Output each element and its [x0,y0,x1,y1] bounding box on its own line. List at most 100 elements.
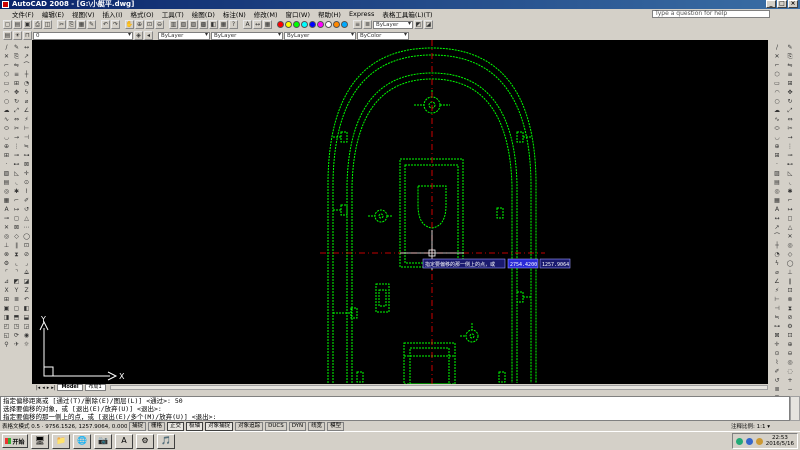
taskbar-folder-icon[interactable]: 📁 [52,433,70,449]
paste-icon[interactable]: ▦ [77,20,86,29]
r-join-icon[interactable]: ⊷ [784,161,796,169]
color-swatch-sky[interactable] [341,21,348,28]
menu-view[interactable]: 视图(V) [68,9,99,19]
menu-express[interactable]: Express [345,10,378,18]
text-style-icon[interactable]: A [243,20,252,29]
command-line-window[interactable]: 指定偏移距离或 [通过(T)/删除(E)/图层(L)] <通过>: 50 选择要… [0,396,790,421]
ucs-y-icon[interactable]: Y [12,287,21,295]
tab-model[interactable]: Model [57,384,83,391]
r-pline-icon[interactable]: ⌐ [771,62,783,70]
r-breakpt-icon[interactable]: ⋮ [784,143,796,151]
view-top-icon[interactable]: ▣ [2,305,11,313]
layer-tool-icon-2[interactable]: ≣ [363,20,372,29]
dim-aligned-icon[interactable]: ↗ [22,53,31,61]
r-zoomw-icon[interactable]: ⊡ [784,332,796,340]
snap-extension-icon[interactable]: ⋯ [22,224,31,232]
model-toggle[interactable]: 模型 [327,421,345,431]
ucs-world-icon[interactable]: ⌟ [22,260,31,268]
r-qdim-icon[interactable]: ⚡ [771,287,783,295]
spline-tool-icon[interactable]: ∿ [2,116,11,124]
gradient-tool-icon[interactable]: ▤ [2,179,11,187]
revcloud-tool-icon[interactable]: ☁ [2,107,11,115]
r-insert-icon[interactable]: ⊕ [771,143,783,151]
dim-baseline-icon[interactable]: ⊢ [22,125,31,133]
explode-tool-icon[interactable]: ✱ [12,188,21,196]
horizontal-scrollbar[interactable] [110,385,768,390]
autocad-app-icon[interactable] [2,1,9,8]
scale-tool-icon[interactable]: ⤢ [12,107,21,115]
network-icon[interactable] [735,437,743,445]
menu-help[interactable]: 帮助(H) [314,9,345,19]
grid-toggle[interactable]: 栅格 [148,421,166,431]
taskbar-desktop-icon[interactable]: 🖥 [31,433,49,449]
snap-node-icon[interactable]: ⊗ [2,251,11,259]
taskbar-settings-icon[interactable]: ⚙ [136,433,154,449]
color-swatch-magenta[interactable] [317,21,324,28]
menu-file[interactable]: 文件(F) [8,9,38,19]
line-tool-icon[interactable]: / [2,44,11,52]
r-arc-icon[interactable]: ◠ [771,89,783,97]
menu-edit[interactable]: 编辑(E) [38,9,68,19]
r-cloud-icon[interactable]: ☁ [771,107,783,115]
inspect-icon[interactable]: ⊙ [22,179,31,187]
snap-toggle[interactable]: 捕捉 [129,421,147,431]
xline-tool-icon[interactable]: ✕ [2,53,11,61]
fly-icon[interactable]: ✈ [12,341,21,349]
maximize-button[interactable]: □ [777,0,787,8]
r-dimedit-icon[interactable]: ✐ [771,368,783,376]
color-swatch-red[interactable] [277,21,284,28]
color-swatch-cyan[interactable] [301,21,308,28]
lineweight-combo[interactable]: ByLayer [284,31,356,40]
r-dimspace-icon[interactable]: ≒ [771,314,783,322]
ucs-apply-icon[interactable]: ⊞ [2,296,11,304]
dim-jogline-icon[interactable]: ⌇ [22,188,31,196]
arc-tool-icon[interactable]: ◠ [2,89,11,97]
tool-palettes-icon[interactable]: ▨ [189,20,198,29]
r-lengthen-icon[interactable]: ↦ [784,206,796,214]
r-snaptan-icon[interactable]: ◯ [784,260,796,268]
ucs-previous-icon[interactable]: ↶ [22,296,31,304]
dim-linear-icon[interactable]: ↔ [22,44,31,52]
volume-icon[interactable] [745,437,753,445]
join-tool-icon[interactable]: ⊷ [12,161,21,169]
r-explode-icon[interactable]: ✱ [784,188,796,196]
ucs-origin-icon[interactable]: ⌜ [2,269,11,277]
polygon-tool-icon[interactable]: ⬡ [2,71,11,79]
r-snapqua-icon[interactable]: ◇ [784,251,796,259]
r-snapset-icon[interactable]: ⚙ [784,323,796,331]
hatch-tool-icon[interactable]: ▨ [2,170,11,178]
tab-nav-first-icon[interactable]: |◂ [36,385,40,391]
view-ne-icon[interactable]: ◲ [22,323,31,331]
snap-none-icon[interactable]: ⊘ [22,251,31,259]
r-snapint-icon[interactable]: ✕ [784,233,796,241]
r-snapnod-icon[interactable]: ⊗ [784,296,796,304]
dim-angular-icon[interactable]: ∠ [22,107,31,115]
break-point-icon[interactable]: ⋮ [12,143,21,151]
menu-modify[interactable]: 修改(M) [250,9,282,19]
ucs-icon[interactable]: ⌞ [12,260,21,268]
sheet-set-icon[interactable]: ▩ [199,20,208,29]
r-gradient-icon[interactable]: ▤ [771,179,783,187]
ucs-z-icon[interactable]: Z [22,287,31,295]
r-offset-icon[interactable]: ≡ [784,71,796,79]
r-dimord-icon[interactable]: ┼ [771,242,783,250]
r-dimjog-icon[interactable]: ϟ [771,260,783,268]
r-snapper-icon[interactable]: ⊥ [784,269,796,277]
r-extend-icon[interactable]: → [784,134,796,142]
circle-tool-icon[interactable]: ○ [2,98,11,106]
move-tool-icon[interactable]: ✥ [12,89,21,97]
taskbar-media-icon[interactable]: 🎵 [157,433,175,449]
snap-quadrant-icon[interactable]: ◇ [12,233,21,241]
mtext-tool-icon[interactable]: A [2,206,11,214]
r-stretch-icon[interactable]: ⇔ [784,116,796,124]
calculator-icon[interactable]: ▦ [219,20,228,29]
r-dimupd-icon[interactable]: ↺ [771,377,783,385]
array-tool-icon[interactable]: ⊞ [12,80,21,88]
ucs-view-icon[interactable]: ◪ [22,278,31,286]
r-zoomi-icon[interactable]: + [784,377,796,385]
snap-nearest-icon[interactable]: ⧗ [12,251,21,259]
r-copy-icon[interactable]: ⎘ [784,53,796,61]
view-left-icon[interactable]: ◧ [22,305,31,313]
r-polygon-icon[interactable]: ⬡ [771,71,783,79]
undo-icon[interactable]: ↶ [101,20,110,29]
